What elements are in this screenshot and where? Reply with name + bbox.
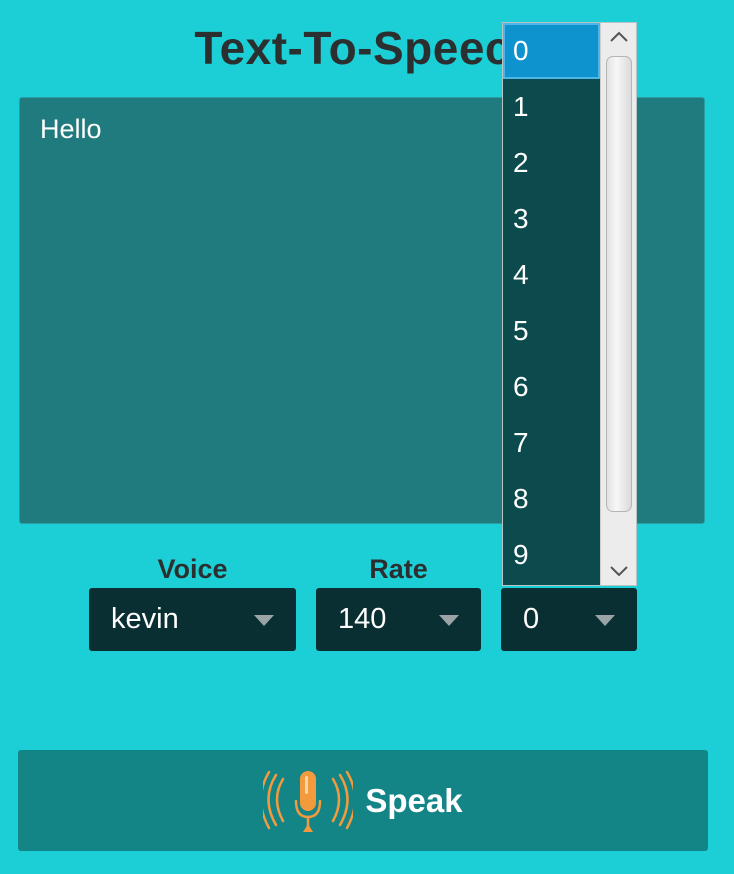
rate-combobox-value: 140 xyxy=(338,603,387,635)
scroll-up-icon[interactable] xyxy=(601,23,636,51)
dropdown-option[interactable]: 7 xyxy=(503,415,600,471)
third-combobox-value: 0 xyxy=(523,603,540,635)
dropdown-option[interactable]: 5 xyxy=(503,303,600,359)
dropdown-list: 0 1 2 3 4 5 6 7 8 9 xyxy=(503,23,600,583)
dropdown-option[interactable]: 1 xyxy=(503,79,600,135)
voice-combobox-value: kevin xyxy=(111,603,179,635)
rate-combobox[interactable]: 140 xyxy=(316,588,481,651)
chevron-down-icon xyxy=(595,615,615,626)
voice-combobox[interactable]: kevin xyxy=(89,588,296,651)
voice-label: Voice xyxy=(157,554,228,584)
microphone-icon xyxy=(263,770,354,832)
dropdown-option[interactable]: 0 xyxy=(503,23,600,79)
speak-button[interactable]: Speak xyxy=(18,750,708,851)
dropdown-option[interactable]: 3 xyxy=(503,191,600,247)
dropdown-option[interactable]: 2 xyxy=(503,135,600,191)
scrollbar-thumb[interactable] xyxy=(606,56,632,512)
dropdown-option[interactable]: 9 xyxy=(503,527,600,583)
scroll-down-icon[interactable] xyxy=(601,557,636,585)
dropdown-option[interactable]: 6 xyxy=(503,359,600,415)
dropdown-option[interactable]: 8 xyxy=(503,471,600,527)
dropdown-scrollbar[interactable] xyxy=(600,23,636,585)
chevron-down-icon xyxy=(254,615,274,626)
rate-label: Rate xyxy=(369,554,428,584)
third-combobox[interactable]: 0 xyxy=(501,588,637,651)
dropdown-popup[interactable]: 0 1 2 3 4 5 6 7 8 9 xyxy=(502,22,637,586)
speak-button-label: Speak xyxy=(365,781,463,819)
dropdown-option[interactable]: 4 xyxy=(503,247,600,303)
chevron-down-icon xyxy=(439,615,459,626)
